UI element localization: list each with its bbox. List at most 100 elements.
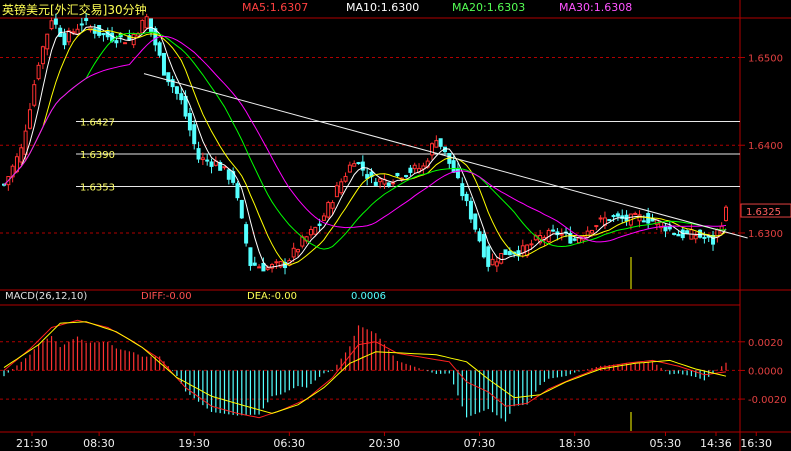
time-tick-label: 20:30 xyxy=(368,437,400,450)
candle-body xyxy=(317,223,322,226)
time-tick-label: 05:30 xyxy=(649,437,681,450)
candle-body xyxy=(693,235,698,240)
macd-tick-label: 0.0020 xyxy=(748,338,783,349)
candle-body xyxy=(209,161,214,167)
candle-body xyxy=(572,238,577,241)
candle-body xyxy=(79,23,84,26)
candle-body xyxy=(144,16,149,29)
candle-body xyxy=(62,33,67,46)
price-tick-label: 1.6500 xyxy=(748,53,783,64)
macd-tick-label: 0.0000 xyxy=(748,366,783,377)
level-label: 1.6353 xyxy=(80,182,115,193)
candle-body xyxy=(330,202,335,209)
candle-body xyxy=(274,261,279,264)
candle-body xyxy=(257,266,262,269)
candle-body xyxy=(343,175,348,182)
forex-chart: 1.6500 1.6400 1.6300 1.6325 1.6427 1.6390 1.63… xyxy=(0,0,791,451)
candle-body xyxy=(101,33,106,36)
candle-body xyxy=(412,164,417,170)
candle-body xyxy=(559,233,564,236)
candle-body xyxy=(265,267,270,270)
candle-body xyxy=(32,84,37,106)
candle-body xyxy=(174,86,179,94)
level-label: 1.6390 xyxy=(80,150,115,161)
candle-body xyxy=(451,160,456,173)
candle-body xyxy=(239,199,244,219)
candle-body xyxy=(378,178,383,183)
candle-body xyxy=(252,262,257,266)
trendline xyxy=(143,73,748,239)
candle-body xyxy=(84,18,89,22)
candle-body xyxy=(248,247,253,266)
candle-body xyxy=(477,231,482,242)
level-label: 1.6427 xyxy=(80,118,115,129)
candle-body xyxy=(391,182,396,185)
candle-body xyxy=(97,24,102,36)
candle-body xyxy=(663,225,668,232)
candle-body xyxy=(430,143,435,156)
candle-body xyxy=(494,261,499,267)
candle-body xyxy=(551,229,556,232)
candle-body xyxy=(667,226,672,230)
candle-body xyxy=(313,226,318,235)
candle-body xyxy=(672,232,677,235)
candle-body xyxy=(192,124,197,145)
candle-body xyxy=(334,185,339,198)
candle-body xyxy=(460,183,465,197)
candle-body xyxy=(53,18,58,25)
candle-body xyxy=(611,215,616,218)
candle-body xyxy=(326,202,331,218)
candle-body xyxy=(308,229,313,236)
candle-body xyxy=(270,264,275,269)
candle-body xyxy=(36,64,41,80)
time-tick-label: 06:30 xyxy=(273,437,305,450)
candle-body xyxy=(49,20,54,30)
candle-body xyxy=(261,262,266,272)
candle-body xyxy=(373,181,378,186)
candle-body xyxy=(157,42,162,56)
candle-body xyxy=(183,95,188,117)
candle-body xyxy=(321,215,326,221)
candle-body xyxy=(455,167,460,179)
candle-body xyxy=(123,42,128,45)
macd-tick-label: -0.0020 xyxy=(748,395,787,406)
candle-body xyxy=(40,46,45,65)
candle-body xyxy=(594,225,599,228)
price-tick-label: 1.6400 xyxy=(748,141,783,152)
candle-body xyxy=(360,161,365,171)
candle-body xyxy=(481,234,486,258)
candle-body xyxy=(196,148,201,160)
candle-body xyxy=(434,140,439,148)
candle-body xyxy=(187,112,192,131)
time-tick-label: 08:30 xyxy=(83,437,115,450)
candle-body xyxy=(140,19,145,34)
candle-body xyxy=(356,162,361,165)
candle-body xyxy=(641,220,646,223)
candle-body xyxy=(702,236,707,239)
candle-body xyxy=(589,229,594,234)
candle-body xyxy=(598,217,603,220)
candle-body xyxy=(386,182,391,186)
candle-body xyxy=(295,249,300,253)
candle-body xyxy=(520,245,525,254)
time-tick-label: 18:30 xyxy=(559,437,591,450)
candle-body xyxy=(148,18,153,32)
candle-body xyxy=(490,258,495,266)
candle-body xyxy=(633,212,638,215)
time-tick-label: 21:30 xyxy=(16,437,48,450)
candle-body xyxy=(161,52,166,76)
candle-body xyxy=(222,166,227,169)
candle-body xyxy=(577,237,582,244)
candle-body xyxy=(724,206,728,222)
current-price-label: 1.6325 xyxy=(746,207,781,218)
candle-body xyxy=(205,159,210,162)
price-tick-label: 1.6300 xyxy=(748,229,783,240)
candle-body xyxy=(698,229,703,238)
candle-body xyxy=(438,138,443,147)
candle-body xyxy=(27,109,32,129)
candle-body xyxy=(19,147,24,163)
candle-body xyxy=(615,213,620,217)
candle-body xyxy=(347,164,352,173)
candle-body xyxy=(352,163,357,167)
candle-body xyxy=(235,183,240,199)
